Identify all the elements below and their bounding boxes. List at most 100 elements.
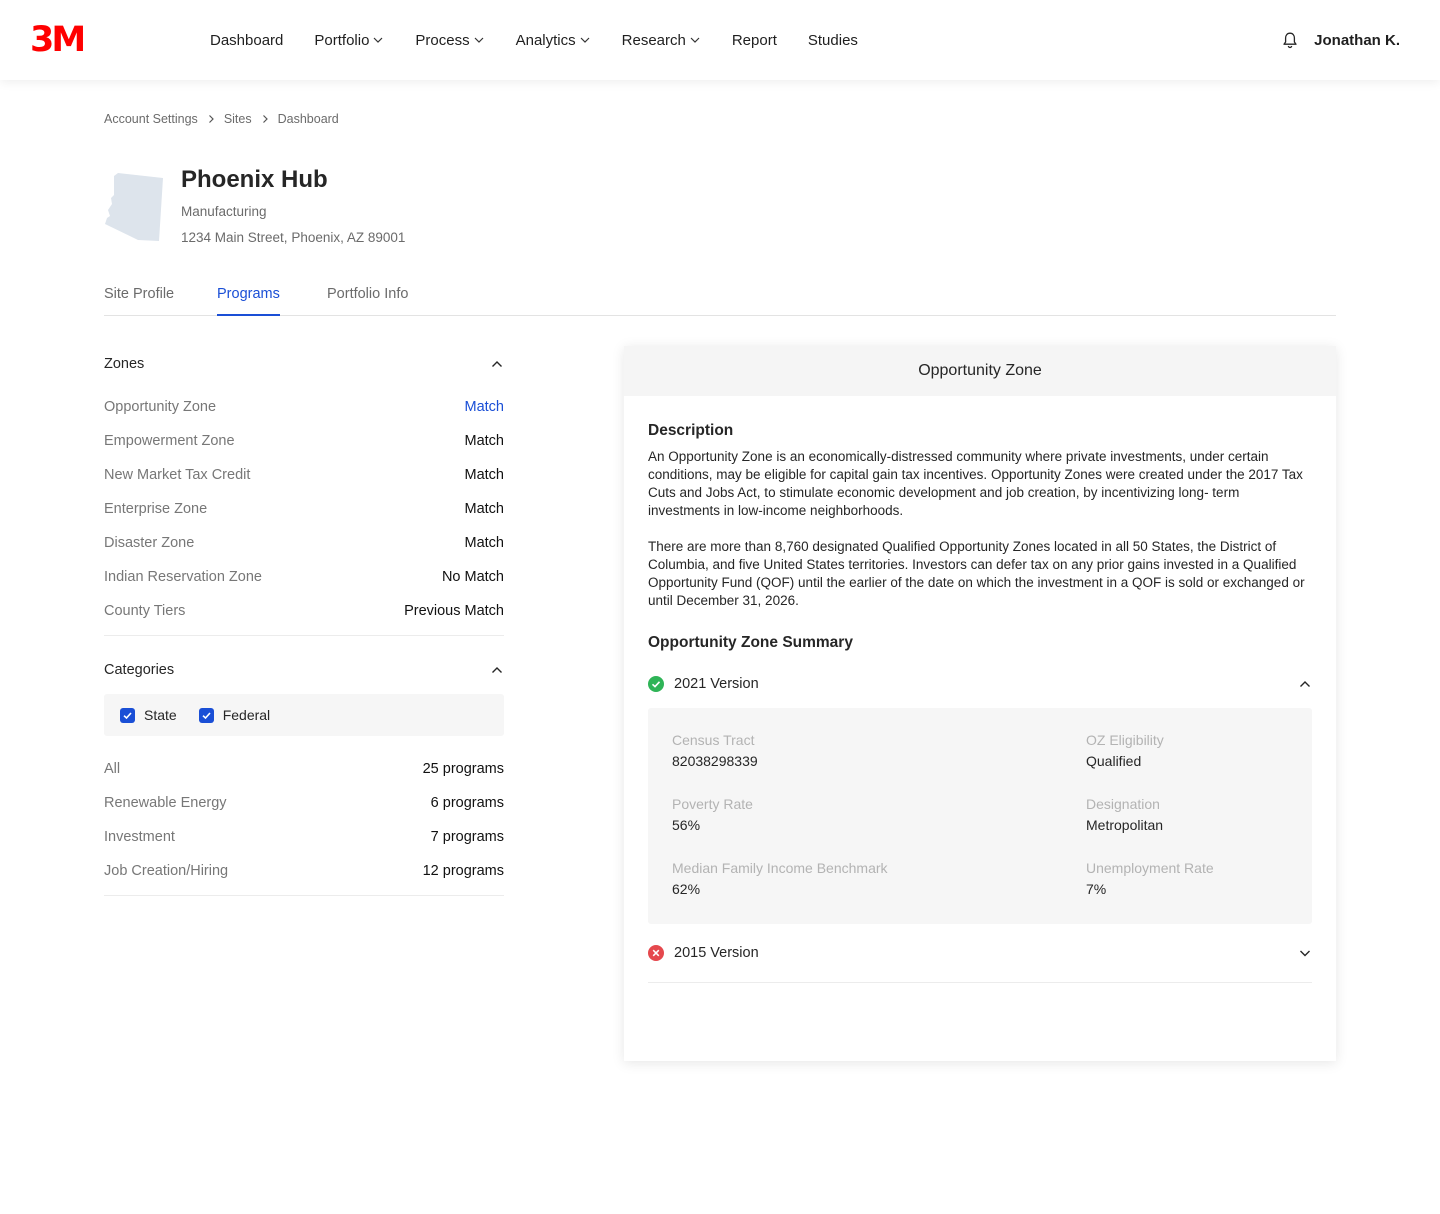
page-title: Phoenix Hub <box>181 166 328 193</box>
nav-item-report[interactable]: Report <box>732 32 777 49</box>
field-unemployment-rate: Unemployment Rate 7% <box>1086 860 1214 897</box>
description-paragraph: There are more than 8,760 designated Qua… <box>648 539 1305 608</box>
nav-item-dashboard[interactable]: Dashboard <box>210 32 283 49</box>
program-count: 12 programs <box>422 863 504 879</box>
zones-list: Opportunity Zone Match Empowerment Zone Ma… <box>104 390 504 628</box>
category-row-job-creation-hiring[interactable]: Job Creation/Hiring 12 programs <box>104 854 504 888</box>
category-label: Investment <box>104 829 175 845</box>
zone-row-disaster-zone[interactable]: Disaster Zone Match <box>104 526 504 560</box>
zone-row-indian-reservation-zone[interactable]: Indian Reservation Zone No Match <box>104 560 504 594</box>
field-designation: Designation Metropolitan <box>1086 796 1163 833</box>
top-navigation-bar: 3M Dashboard Portfolio Process Analytics… <box>0 0 1440 80</box>
field-label: Unemployment Rate <box>1086 860 1214 876</box>
chevron-up-icon[interactable] <box>490 663 504 677</box>
state-checkbox[interactable]: State <box>120 707 177 723</box>
chevron-down-icon[interactable] <box>1298 946 1312 960</box>
zone-label: Indian Reservation Zone <box>104 569 262 585</box>
bell-icon[interactable] <box>1281 31 1299 49</box>
site-address: 1234 Main Street, Phoenix, AZ 89001 <box>181 230 406 245</box>
zone-status: Match <box>464 433 505 449</box>
breadcrumb-item-dashboard[interactable]: Dashboard <box>278 112 339 126</box>
field-value: Metropolitan <box>1086 817 1164 833</box>
zones-section-header[interactable]: Zones <box>104 346 504 382</box>
category-row-renewable-energy[interactable]: Renewable Energy 6 programs <box>104 786 504 820</box>
tab-programs[interactable]: Programs <box>217 286 280 316</box>
opportunity-zone-detail-card: Opportunity Zone Description An Opportun… <box>624 346 1336 1061</box>
zone-status: Previous Match <box>404 603 504 619</box>
field-label: OZ Eligibility <box>1086 732 1164 748</box>
brand-logo[interactable]: 3M <box>30 23 86 58</box>
category-list: All 25 programs Renewable Energy 6 program… <box>104 752 504 888</box>
categories-section-header[interactable]: Categories <box>104 652 504 688</box>
category-row-investment[interactable]: Investment 7 programs <box>104 820 504 854</box>
nav-item-label: Dashboard <box>210 31 284 49</box>
field-label: Poverty Rate <box>672 796 753 812</box>
nav-item-label: Portfolio <box>314 31 370 49</box>
zone-row-empowerment-zone[interactable]: Empowerment Zone Match <box>104 424 504 458</box>
field-label: Designation <box>1086 796 1160 812</box>
version-label: 2015 Version <box>674 945 759 961</box>
version-2021-header[interactable]: 2021 Version <box>648 660 1312 708</box>
zone-label: New Market Tax Credit <box>104 467 251 483</box>
main-nav: Dashboard Portfolio Process Analytics Re… <box>210 0 889 80</box>
nav-item-analytics[interactable]: Analytics <box>516 32 591 49</box>
field-value: 62% <box>672 881 701 897</box>
tab-site-profile[interactable]: Site Profile <box>104 286 174 316</box>
nav-item-process[interactable]: Process <box>415 32 484 49</box>
field-poverty-rate: Poverty Rate 56% <box>672 796 753 833</box>
check-circle-icon <box>648 676 664 692</box>
field-oz-eligibility: OZ Eligibility Qualified <box>1086 732 1164 769</box>
description-title: Description <box>648 422 734 439</box>
site-type: Manufacturing <box>181 204 267 219</box>
field-label: Census Tract <box>672 732 755 748</box>
section-divider <box>104 635 504 636</box>
version-2015-header[interactable]: 2015 Version <box>648 924 1312 983</box>
breadcrumb-item-sites[interactable]: Sites <box>224 112 252 126</box>
zone-label: Enterprise Zone <box>104 501 208 517</box>
category-filter-box: State Federal <box>104 694 504 736</box>
field-median-family-income: Median Family Income Benchmark 62% <box>672 860 888 897</box>
arizona-state-map-icon <box>104 170 164 247</box>
zone-row-county-tiers[interactable]: County Tiers Previous Match <box>104 594 504 628</box>
chevron-down-icon <box>580 37 590 43</box>
field-value: Qualified <box>1086 753 1142 769</box>
nav-item-label: Analytics <box>515 31 576 49</box>
user-menu[interactable]: Jonathan K. <box>1314 32 1400 49</box>
version-label: 2021 Version <box>674 676 759 692</box>
checkbox-checked-icon <box>120 707 135 723</box>
nav-item-studies[interactable]: Studies <box>808 32 858 49</box>
checkbox-label: State <box>144 707 177 723</box>
chevron-up-icon[interactable] <box>1298 677 1312 691</box>
section-title: Categories <box>104 662 175 678</box>
field-label: Median Family Income Benchmark <box>672 860 888 876</box>
program-count: 7 programs <box>430 829 504 845</box>
chevron-up-icon[interactable] <box>490 357 504 371</box>
federal-checkbox[interactable]: Federal <box>198 707 270 723</box>
x-circle-icon <box>648 945 664 961</box>
zone-row-enterprise-zone[interactable]: Enterprise Zone Match <box>104 492 504 526</box>
zone-status: Match <box>464 535 505 551</box>
chevron-down-icon <box>690 37 700 43</box>
nav-item-label: Process <box>415 31 470 49</box>
tab-bar: Site Profile Programs Portfolio Info <box>104 286 1336 316</box>
section-title: Zones <box>104 356 145 372</box>
nav-item-portfolio[interactable]: Portfolio <box>314 32 384 49</box>
zone-row-new-market-tax-credit[interactable]: New Market Tax Credit Match <box>104 458 504 492</box>
breadcrumb-item-account-settings[interactable]: Account Settings <box>104 112 198 126</box>
zone-row-opportunity-zone[interactable]: Opportunity Zone Match <box>104 390 504 424</box>
field-value: 7% <box>1086 881 1107 897</box>
filters-panel: Zones Opportunity Zone Match Empowerment … <box>104 346 504 896</box>
zone-status: No Match <box>441 569 504 585</box>
zone-label: Empowerment Zone <box>104 433 235 449</box>
category-label: Renewable Energy <box>104 795 227 811</box>
breadcrumb: Account Settings Sites Dashboard <box>104 112 339 126</box>
nav-item-research[interactable]: Research <box>622 32 701 49</box>
nav-item-label: Report <box>731 31 777 49</box>
zone-status: Match <box>464 501 505 517</box>
zone-label: Opportunity Zone <box>104 399 217 415</box>
chevron-down-icon <box>474 37 484 43</box>
nav-item-label: Studies <box>807 31 858 49</box>
field-value: 56% <box>672 817 701 833</box>
category-row-all[interactable]: All 25 programs <box>104 752 504 786</box>
tab-portfolio-info[interactable]: Portfolio Info <box>327 286 408 316</box>
